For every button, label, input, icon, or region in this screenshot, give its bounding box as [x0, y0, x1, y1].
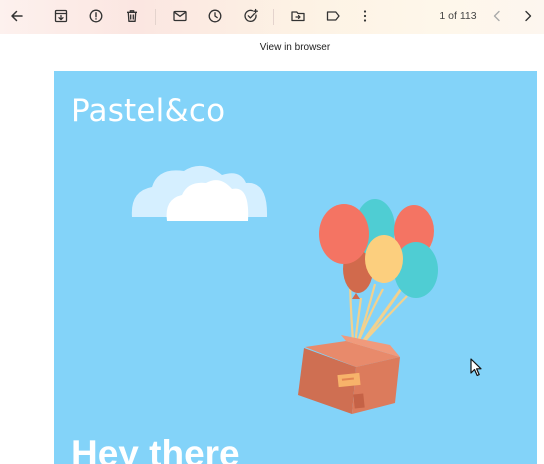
arrow-left-icon [11, 10, 23, 22]
move-to-button[interactable] [286, 5, 310, 27]
chevron-left-icon [493, 10, 500, 22]
balloon-cluster [319, 199, 438, 299]
chevron-right-icon [525, 10, 532, 22]
hero-illustration [131, 165, 438, 414]
toolbar-divider [273, 9, 274, 25]
move-to-folder-icon [291, 11, 305, 22]
add-task-icon [244, 8, 258, 22]
toolbar-divider [155, 9, 156, 25]
email-content: Pastel&co Hey there [54, 71, 537, 464]
report-spam-icon [89, 9, 103, 23]
label-icon [326, 11, 340, 21]
archive-button[interactable] [49, 5, 73, 27]
snooze-button[interactable] [203, 5, 227, 27]
back-button[interactable] [5, 5, 29, 27]
message-toolbar: 1 of 113 [0, 0, 544, 34]
mark-unread-button[interactable] [168, 5, 192, 27]
newer-button[interactable] [485, 5, 509, 27]
archive-icon [54, 9, 68, 23]
mouse-pointer-icon [470, 358, 482, 377]
pagination-count: 1 of 113 [439, 10, 477, 22]
label-button[interactable] [321, 5, 345, 27]
cloud-illustration [131, 165, 268, 221]
mail-icon [173, 10, 187, 22]
more-vert-icon [363, 10, 367, 22]
email-headline: Hey there [71, 433, 240, 464]
delete-button[interactable] [120, 5, 144, 27]
add-task-button[interactable] [239, 5, 263, 27]
view-in-browser-link[interactable]: View in browser [0, 42, 544, 53]
more-options-button[interactable] [353, 5, 377, 27]
trash-icon [127, 10, 137, 22]
clock-icon [208, 9, 222, 23]
older-button[interactable] [516, 5, 540, 27]
report-spam-button[interactable] [84, 5, 108, 27]
cardboard-box-illustration [298, 335, 400, 414]
